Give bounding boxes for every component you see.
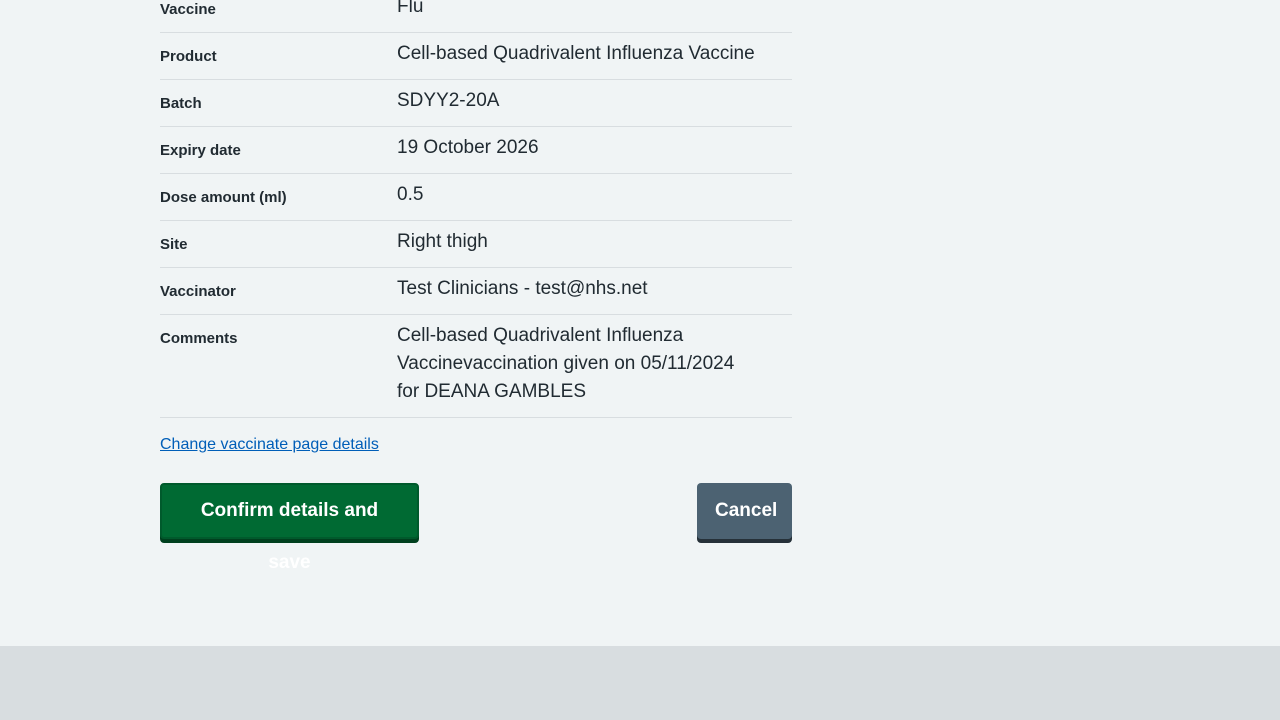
summary-value: 0.5 [397, 184, 424, 205]
cancel-button[interactable]: Cancel [697, 483, 792, 539]
change-vaccinate-details-link[interactable]: Change vaccinate page details [160, 436, 379, 454]
summary-value: Right thigh [397, 231, 488, 252]
summary-row-dose-amount: Dose amount (ml) 0.5 [160, 174, 792, 221]
summary-row-comments: Comments Cell-based Quadrivalent Influen… [160, 315, 792, 418]
summary-value: Test Clinicians - test@nhs.net [397, 278, 648, 299]
summary-key: Expiry date [160, 142, 241, 159]
summary-key: Product [160, 48, 217, 65]
summary-key: Site [160, 236, 188, 253]
summary-row-vaccinator: Vaccinator Test Clinicians - test@nhs.ne… [160, 268, 792, 315]
footer [0, 646, 1280, 720]
confirm-and-save-button[interactable]: Confirm details and save [160, 483, 419, 573]
summary-key: Comments [160, 330, 238, 347]
summary-row-batch: Batch SDYY2-20A [160, 80, 792, 127]
summary-row-site: Site Right thigh [160, 221, 792, 268]
summary-value: SDYY2-20A [397, 90, 500, 111]
summary-key: Vaccine [160, 1, 216, 18]
summary-value: Flu [397, 0, 424, 17]
summary-value: Cell-based Quadrivalent Influenza Vaccin… [397, 325, 735, 402]
summary-key: Dose amount (ml) [160, 189, 287, 206]
summary-value: Cell-based Quadrivalent Influenza Vaccin… [397, 43, 755, 64]
summary-value: 19 October 2026 [397, 137, 539, 158]
summary-row-expiry-date: Expiry date 19 October 2026 [160, 127, 792, 174]
summary-row-vaccine: Vaccine Flu [160, 0, 792, 33]
vaccination-summary-list: Vaccine Flu Product Cell-based Quadrival… [160, 0, 792, 418]
summary-row-product: Product Cell-based Quadrivalent Influenz… [160, 33, 792, 80]
summary-key: Vaccinator [160, 283, 236, 300]
summary-key: Batch [160, 95, 202, 112]
page: Vaccine Flu Product Cell-based Quadrival… [0, 0, 1280, 646]
